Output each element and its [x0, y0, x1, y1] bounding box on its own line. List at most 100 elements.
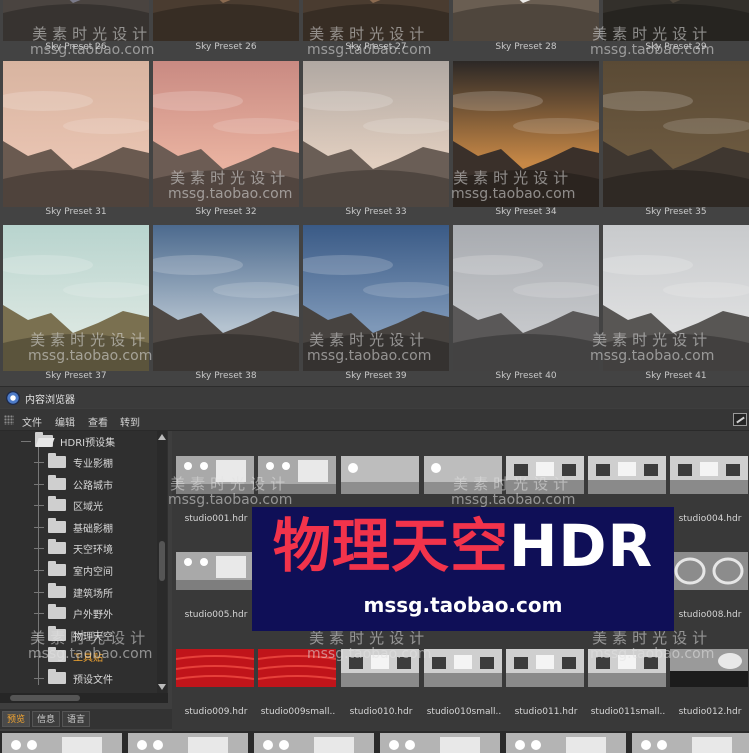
hdr-thumbnail[interactable] — [670, 649, 748, 687]
tree-item[interactable]: 室内空间 — [0, 560, 160, 580]
folder-icon — [48, 669, 66, 684]
hdr-file-item[interactable]: studio011.hdr — [506, 649, 586, 723]
tree-item[interactable]: 区域光 — [0, 495, 160, 515]
hdr-file-item[interactable]: studio010.hdr — [341, 649, 421, 723]
tree-connector — [34, 656, 44, 658]
hdr-thumbnail[interactable] — [176, 552, 254, 590]
folder-icon — [48, 561, 66, 576]
hdr-file-item[interactable]: studio001.hdr — [176, 456, 256, 530]
menu-edit[interactable]: 编辑 — [55, 414, 75, 429]
preview-thumbnail[interactable] — [380, 733, 500, 753]
hdr-file-item[interactable]: studio005.hdr — [176, 552, 256, 626]
tree-item-label: 基础影棚 — [73, 523, 113, 535]
bottom-tab-bar: 预览 信息 语言 — [0, 709, 172, 729]
tree-item-label: 物理天空 — [73, 631, 113, 643]
sky-preset-thumbnail[interactable] — [303, 225, 449, 371]
hdr-file-item[interactable]: studio009.hdr — [176, 649, 256, 723]
scroll-thumb[interactable] — [159, 541, 165, 581]
tree-item-label: 专业影棚 — [73, 459, 113, 470]
hdr-thumbnail[interactable] — [670, 552, 748, 590]
tree-item[interactable]: 物理天空 — [0, 625, 160, 645]
tree-connector — [21, 441, 31, 442]
preview-thumbnail[interactable] — [128, 733, 248, 753]
hscroll-thumb[interactable] — [10, 695, 80, 701]
hdr-file-label: studio010.hdr — [349, 707, 413, 717]
hdr-file-item[interactable]: studio012.hdr — [670, 649, 749, 723]
tree-item[interactable]: 公路城市 — [0, 474, 160, 494]
sky-preset-thumbnail[interactable] — [603, 225, 749, 371]
hdr-thumbnail[interactable] — [424, 649, 502, 687]
hdr-file-item[interactable]: studio008.hdr — [670, 552, 749, 626]
tree-item[interactable]: 工具贴 — [0, 646, 160, 666]
hdr-file-item[interactable]: studio010small.. — [424, 649, 504, 723]
sky-preset-item[interactable]: Sky Preset 39 — [303, 0, 449, 386]
tree-connector — [34, 613, 44, 615]
tree-item[interactable]: 天空环境 — [0, 538, 160, 558]
content-browser-titlebar: 内容浏览器 — [0, 386, 749, 408]
tree-root-folder[interactable]: HDRI预设集 — [0, 431, 160, 451]
hdr-file-item[interactable]: studio011small.. — [588, 649, 668, 723]
tree-horizontal-scrollbar[interactable] — [0, 693, 168, 703]
hdr-file-item[interactable]: studio004.hdr — [670, 456, 749, 530]
hdr-thumbnail[interactable] — [176, 456, 254, 494]
preview-thumbnail[interactable] — [2, 733, 122, 753]
hdr-file-label: studio008.hdr — [678, 610, 742, 620]
tree-vertical-scrollbar[interactable] — [157, 431, 167, 693]
hdr-thumbnail[interactable] — [506, 456, 584, 494]
sky-preset-item[interactable]: Sky Preset 41 — [603, 0, 749, 386]
sky-preset-thumbnail[interactable] — [3, 225, 149, 371]
sky-preset-item[interactable]: Sky Preset 37 — [3, 0, 149, 386]
banner-subtitle: mssg.taobao.com — [363, 593, 563, 617]
folder-icon — [48, 496, 66, 512]
hdr-thumbnail[interactable] — [588, 649, 666, 687]
sky-preset-thumbnail[interactable] — [153, 225, 299, 371]
folder-icon — [48, 604, 66, 620]
tree-connector — [34, 678, 44, 679]
hdr-thumbnail[interactable] — [258, 456, 336, 494]
hdr-file-item[interactable]: studio009small.. — [258, 649, 338, 723]
tree-item[interactable]: 户外野外 — [0, 603, 160, 623]
banner-title-en: HDR — [508, 512, 654, 580]
preview-strip — [0, 731, 749, 753]
edit-pencil-icon[interactable] — [733, 413, 747, 426]
menu-file[interactable]: 文件 — [22, 414, 42, 429]
sky-preset-item[interactable]: Sky Preset 40 — [453, 0, 599, 386]
hdr-thumbnail[interactable] — [670, 456, 748, 494]
promo-banner: 物理天空HDR mssg.taobao.com — [252, 507, 674, 631]
preview-thumbnail[interactable] — [632, 733, 749, 753]
hdr-thumbnail[interactable] — [341, 649, 419, 687]
tree-item[interactable]: 专业影棚 — [0, 452, 160, 472]
folder-icon — [48, 453, 66, 468]
content-browser-icon — [6, 391, 20, 405]
hdr-thumbnail[interactable] — [424, 456, 502, 494]
hdr-thumbnail[interactable] — [506, 649, 584, 687]
scroll-down-icon[interactable] — [158, 684, 166, 690]
hdr-thumbnail[interactable] — [588, 456, 666, 494]
scroll-up-icon[interactable] — [158, 434, 166, 440]
tree-item-label: 天空环境 — [73, 545, 113, 557]
hdr-thumbnail[interactable] — [176, 649, 254, 687]
menu-view[interactable]: 查看 — [88, 414, 108, 429]
sky-preset-item[interactable]: Sky Preset 38 — [153, 0, 299, 386]
tree-item[interactable]: 预设文件 — [0, 668, 160, 688]
tab-language[interactable]: 语言 — [62, 711, 91, 727]
tree-item-label: 工具贴 — [73, 653, 103, 665]
tree-item[interactable]: 基础影棚 — [0, 517, 160, 537]
folder-icon — [48, 474, 66, 490]
tree-connector — [34, 591, 44, 593]
folder-icon — [48, 582, 66, 598]
preview-thumbnail[interactable] — [254, 733, 374, 753]
hdr-file-label: studio011small.. — [590, 707, 666, 717]
menu-goto[interactable]: 转到 — [120, 414, 140, 429]
tab-preview[interactable]: 预览 — [2, 711, 31, 727]
hdr-file-label: studio012.hdr — [678, 707, 742, 717]
preview-thumbnail[interactable] — [506, 733, 626, 753]
sky-preset-thumbnail[interactable] — [453, 225, 599, 371]
hdr-thumbnail[interactable] — [341, 456, 419, 494]
tree-item[interactable]: 建筑场所 — [0, 582, 160, 602]
tab-info[interactable]: 信息 — [32, 711, 61, 727]
hdr-thumbnail[interactable] — [258, 649, 336, 687]
sky-preset-grid: Sky Preset 26 Sky Preset 26 Sky Preset 2… — [0, 0, 749, 386]
tree-item-label: 室内空间 — [73, 567, 113, 578]
grip-icon[interactable] — [4, 415, 14, 425]
